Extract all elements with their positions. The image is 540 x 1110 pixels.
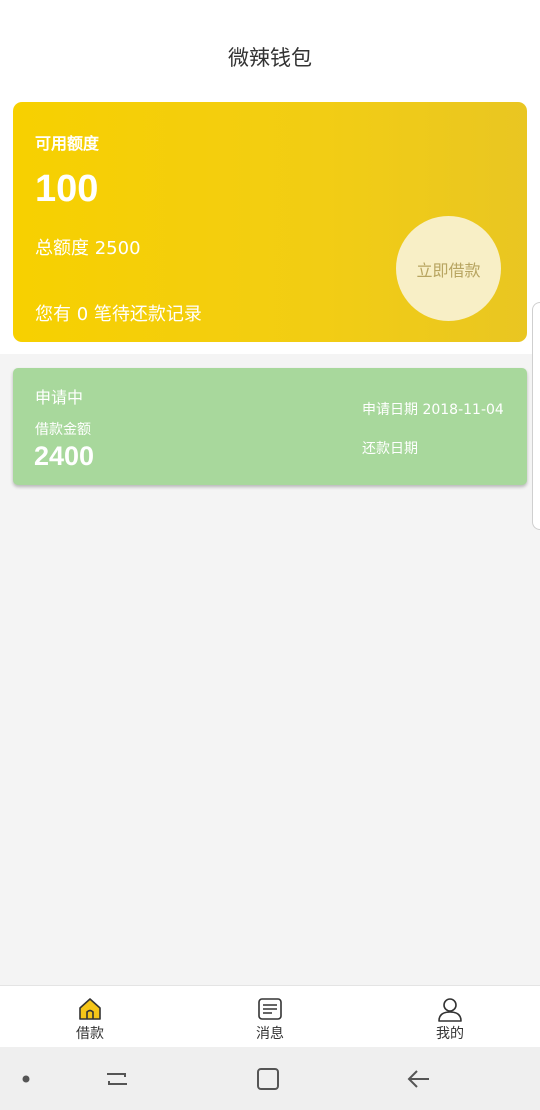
tab-messages-label: 消息	[256, 1026, 284, 1042]
borrow-now-button[interactable]: 立即借款	[396, 216, 501, 321]
apply-date-label: 申请日期	[362, 402, 418, 418]
loan-status: 申请中	[35, 388, 84, 407]
credit-card: 可用额度 100 总额度 2500 您有 0 笔待还款记录 立即借款	[13, 102, 527, 342]
repay-date-label: 还款日期	[362, 441, 418, 457]
pending-count: 0	[76, 304, 89, 325]
tab-messages[interactable]: 消息	[180, 986, 360, 1048]
bottom-tab-bar: 借款 消息 我的	[0, 985, 540, 1048]
loan-amount-label: 借款金额	[35, 422, 91, 438]
total-credit: 总额度 2500	[35, 234, 141, 260]
loan-record-card[interactable]: 申请中 借款金额 2400 申请日期 2018-11-04 还款日期	[13, 368, 527, 485]
borrow-now-label: 立即借款	[416, 260, 481, 280]
edge-panel-handle[interactable]	[532, 302, 540, 530]
home-icon	[77, 996, 103, 1022]
total-credit-label: 总额度	[35, 238, 89, 259]
pending-suffix: 笔待还款记录	[93, 304, 202, 325]
user-icon	[437, 996, 463, 1022]
page-title: 微辣钱包	[228, 46, 312, 70]
home-button-icon[interactable]	[254, 1065, 282, 1093]
tab-borrow[interactable]: 借款	[0, 986, 180, 1048]
apply-date-value: 2018-11-04	[422, 402, 504, 418]
header: 微辣钱包 可用额度 100 总额度 2500 您有 0 笔待还款记录 立即借款	[0, 0, 540, 354]
back-icon[interactable]	[405, 1065, 433, 1093]
message-icon	[257, 996, 283, 1022]
apply-date: 申请日期 2018-11-04	[362, 399, 504, 419]
loan-amount: 2400	[34, 441, 95, 471]
pending-repayments: 您有 0 笔待还款记录	[35, 300, 202, 326]
available-credit-value: 100	[35, 168, 99, 210]
dot-icon[interactable]	[12, 1065, 40, 1093]
pending-prefix: 您有	[35, 304, 71, 325]
system-navigation-bar	[0, 1047, 540, 1110]
tab-profile-label: 我的	[436, 1026, 464, 1042]
total-credit-value: 2500	[94, 238, 141, 259]
tab-borrow-label: 借款	[76, 1026, 104, 1042]
tab-profile[interactable]: 我的	[360, 986, 540, 1048]
available-credit-label: 可用额度	[35, 134, 100, 153]
recent-apps-icon[interactable]	[103, 1065, 131, 1093]
